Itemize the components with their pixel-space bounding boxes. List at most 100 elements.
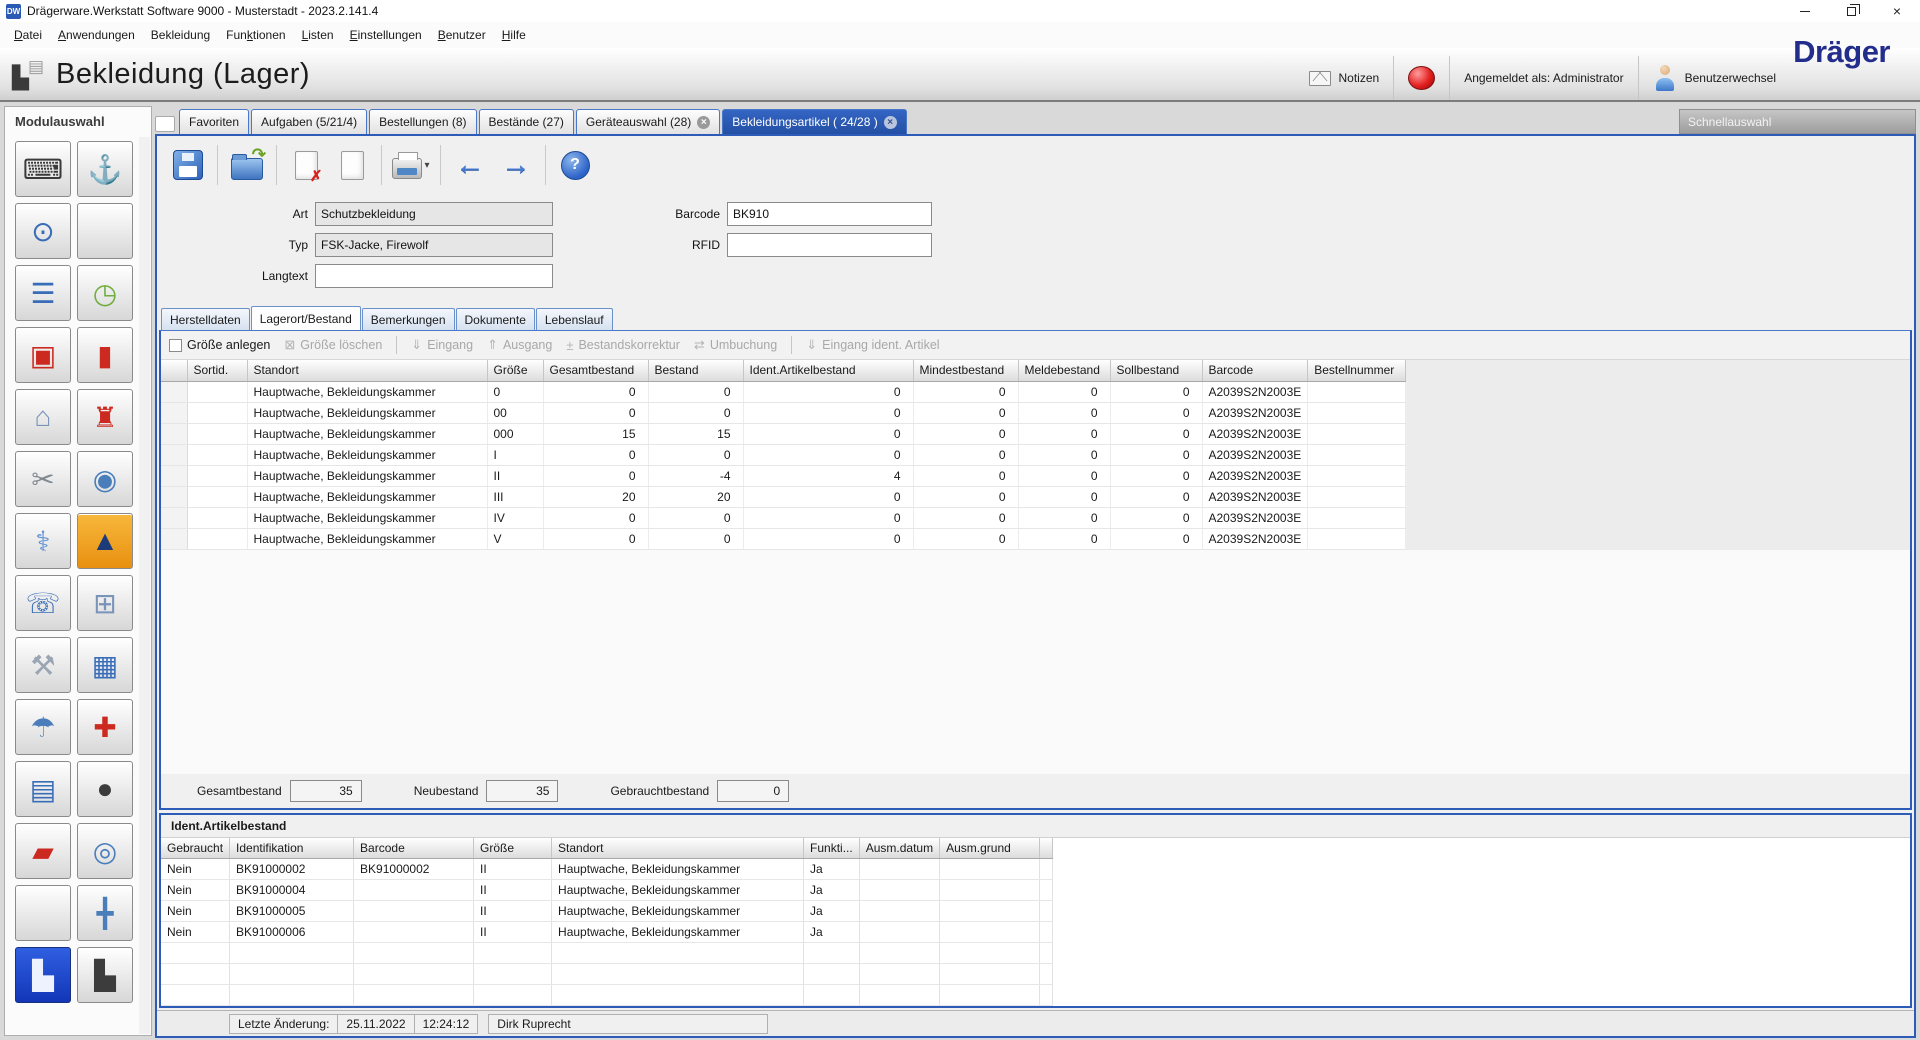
stock-row[interactable]: Hauptwache, Bekleidungskammer00000000A20… xyxy=(161,402,1406,423)
print-button[interactable]: ▾ xyxy=(388,142,434,188)
tab-bestände-27[interactable]: Bestände (27) xyxy=(479,109,574,134)
column-header-barcode[interactable]: Barcode xyxy=(354,838,474,859)
quick-select-panel-header[interactable]: Schnellauswahl xyxy=(1679,109,1916,134)
subtab-bemerkungen[interactable]: Bemerkungen xyxy=(362,308,455,330)
module-blank-module-2[interactable] xyxy=(15,885,71,941)
stock-row[interactable]: Hauptwache, BekleidungskammerV000000A203… xyxy=(161,528,1406,549)
module-clothing-store[interactable]: ▙ xyxy=(15,947,71,1003)
restore-button[interactable] xyxy=(1828,0,1874,22)
module-handheld-radio[interactable]: ☏ xyxy=(15,575,71,631)
dropdown-caret-icon[interactable]: ▾ xyxy=(424,160,429,171)
minimize-button[interactable] xyxy=(1782,0,1828,22)
module-lifting-hooks[interactable]: ⚓ xyxy=(77,141,133,197)
tab-scroll-button[interactable] xyxy=(155,116,175,132)
tab-aufgaben-5-21-4[interactable]: Aufgaben (5/21/4) xyxy=(251,109,367,134)
open-button[interactable] xyxy=(224,142,270,188)
module-clothing-scan[interactable]: ▙ xyxy=(77,947,133,1003)
column-header-standort[interactable]: Standort xyxy=(552,838,804,859)
back-button[interactable]: ← xyxy=(447,142,493,188)
ident-row[interactable]: NeinBK91000002BK91000002IIHauptwache, Be… xyxy=(161,859,1053,880)
save-button[interactable] xyxy=(165,142,211,188)
langtext-field[interactable] xyxy=(315,264,553,288)
module-building-key[interactable]: ⌂ xyxy=(15,389,71,445)
column-header-bestellnummer[interactable]: Bestellnummer xyxy=(1308,360,1406,381)
menu-item-einstellungen[interactable]: Einstellungen xyxy=(342,25,430,45)
column-header-meldebestand[interactable]: Meldebestand xyxy=(1018,360,1110,381)
module-syringe[interactable]: ⚕ xyxy=(15,513,71,569)
column-header-ausm-grund[interactable]: Ausm.grund xyxy=(940,838,1040,859)
menu-item-anwendungen[interactable]: Anwendungen xyxy=(50,25,143,45)
module-measuring-device[interactable]: ▤ xyxy=(15,761,71,817)
column-header-blank[interactable] xyxy=(161,360,187,381)
module-sprinkler[interactable]: ☂ xyxy=(15,699,71,755)
menu-item-funktionen[interactable]: Funktionen xyxy=(218,25,293,45)
help-button[interactable]: ? xyxy=(552,142,598,188)
menu-item-benutzer[interactable]: Benutzer xyxy=(430,25,494,45)
module-fire-hose[interactable]: ◎ xyxy=(77,823,133,879)
menu-item-listen[interactable]: Listen xyxy=(294,25,342,45)
ident-row[interactable]: NeinBK91000005IIHauptwache, Bekleidungsk… xyxy=(161,901,1053,922)
column-header-sortid-[interactable]: Sortid. xyxy=(187,360,247,381)
column-header-ausm-datum[interactable]: Ausm.datum xyxy=(859,838,939,859)
module-blank-module-1[interactable] xyxy=(77,203,133,259)
action-größe-anlegen[interactable]: Größe anlegen xyxy=(169,338,270,352)
stock-row[interactable]: Hauptwache, BekleidungskammerIV000000A20… xyxy=(161,507,1406,528)
module-fire-extinguisher[interactable]: ▮ xyxy=(77,327,133,383)
rfid-field[interactable] xyxy=(727,233,932,257)
stock-row[interactable]: Hauptwache, BekleidungskammerI000000A203… xyxy=(161,444,1406,465)
column-header-sollbestand[interactable]: Sollbestand xyxy=(1110,360,1202,381)
subtab-dokumente[interactable]: Dokumente xyxy=(456,308,535,330)
module-first-aid[interactable]: ✚ xyxy=(77,699,133,755)
column-header-größe[interactable]: Größe xyxy=(474,838,552,859)
tab-close-icon[interactable]: × xyxy=(884,116,897,129)
ident-row[interactable]: NeinBK91000004IIHauptwache, Bekleidungsk… xyxy=(161,880,1053,901)
module-rescue-spreader[interactable]: ✂ xyxy=(15,451,71,507)
column-header-mindestbestand[interactable]: Mindestbestand xyxy=(913,360,1018,381)
module-warning-sign[interactable]: ▲ xyxy=(77,513,133,569)
module-rack-service[interactable]: ⊞ xyxy=(77,575,133,631)
notizen-button[interactable]: Notizen xyxy=(1295,56,1394,100)
module-breathing-mask[interactable]: ⊙ xyxy=(15,203,71,259)
stock-row[interactable]: Hauptwache, BekleidungskammerIII20200000… xyxy=(161,486,1406,507)
menu-item-datei[interactable]: Datei xyxy=(6,25,50,45)
column-header-identifikation[interactable]: Identifikation xyxy=(230,838,354,859)
module-pump[interactable]: ▰ xyxy=(15,823,71,879)
module-test-gauge[interactable]: ◷ xyxy=(77,265,133,321)
column-header-gebraucht[interactable]: Gebraucht xyxy=(161,838,230,859)
forward-button[interactable]: → xyxy=(493,142,539,188)
module-rack-tools[interactable]: ⚒ xyxy=(15,637,71,693)
module-test-bench[interactable]: ▦ xyxy=(77,637,133,693)
menu-item-hilfe[interactable]: Hilfe xyxy=(494,25,534,45)
typ-field[interactable] xyxy=(315,233,553,257)
column-header-barcode[interactable]: Barcode xyxy=(1202,360,1308,381)
column-header-ident-artikelbestand[interactable]: Ident.Artikelbestand xyxy=(743,360,913,381)
column-header-standort[interactable]: Standort xyxy=(247,360,487,381)
module-hydrant[interactable]: ♜ xyxy=(77,389,133,445)
ident-row[interactable]: NeinBK91000006IIHauptwache, Bekleidungsk… xyxy=(161,922,1053,943)
stock-row[interactable]: Hauptwache, BekleidungskammerII0-44000A2… xyxy=(161,465,1406,486)
user-switch-button[interactable]: Benutzerwechsel xyxy=(1638,56,1790,100)
close-button[interactable]: × xyxy=(1874,0,1920,22)
tab-bestellungen-8[interactable]: Bestellungen (8) xyxy=(369,109,476,134)
subtab-lagerort-bestand[interactable]: Lagerort/Bestand xyxy=(251,306,361,330)
module-protective-bag[interactable]: ● xyxy=(77,761,133,817)
column-header-gesamtbestand[interactable]: Gesamtbestand xyxy=(543,360,648,381)
art-field[interactable] xyxy=(315,202,553,226)
tab-geräteauswahl-28[interactable]: Geräteauswahl (28)× xyxy=(576,109,720,134)
column-header-bestand[interactable]: Bestand xyxy=(648,360,743,381)
tab-favoriten[interactable]: Favoriten xyxy=(179,109,249,134)
sidebar-scrollbar[interactable] xyxy=(139,137,150,1034)
new-record-button[interactable] xyxy=(329,142,375,188)
column-header-größe[interactable]: Größe xyxy=(487,360,543,381)
stock-row[interactable]: Hauptwache, Bekleidungskammer00015150000… xyxy=(161,423,1406,444)
subtab-lebenslauf[interactable]: Lebenslauf xyxy=(536,308,613,330)
tab-close-icon[interactable]: × xyxy=(697,116,710,129)
delete-record-button[interactable]: ✗ xyxy=(283,142,329,188)
stock-row[interactable]: Hauptwache, Bekleidungskammer0000000A203… xyxy=(161,381,1406,402)
subtab-herstelldaten[interactable]: Herstelldaten xyxy=(161,308,250,330)
module-ladder-axe[interactable]: ☰ xyxy=(15,265,71,321)
module-edv-equipment[interactable]: ⌨ xyxy=(15,141,71,197)
menu-item-bekleidung[interactable]: Bekleidung xyxy=(143,25,218,45)
connection-status[interactable] xyxy=(1393,56,1449,100)
barcode-field[interactable] xyxy=(727,202,932,226)
